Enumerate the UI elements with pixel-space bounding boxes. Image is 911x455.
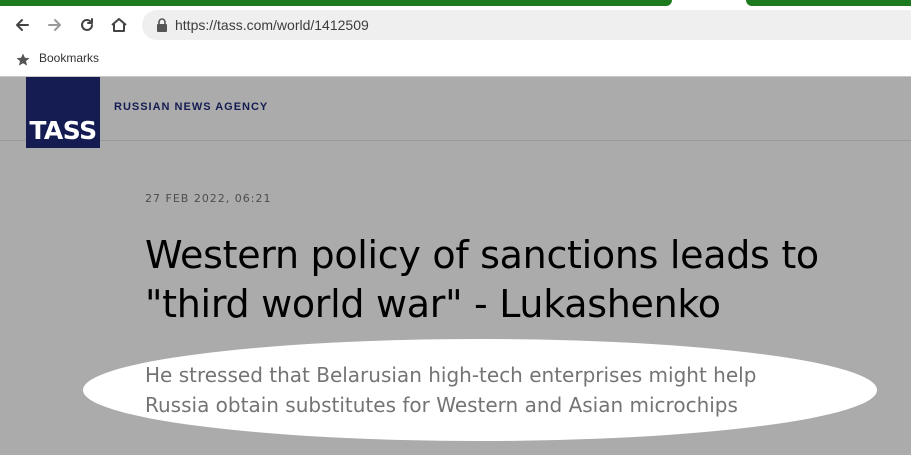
back-arrow-icon: [16, 19, 29, 31]
agency-name[interactable]: RUSSIAN NEWS AGENCY: [114, 101, 268, 113]
address-bar[interactable]: https://tass.com/world/1412509: [142, 10, 911, 40]
home-icon: [111, 18, 127, 32]
web-page: TASS RUSSIAN NEWS AGENCY 27 FEB 2022, 06…: [0, 77, 911, 455]
star-icon: [16, 53, 30, 66]
article-lead: He stressed that Belarusian high-tech en…: [145, 363, 757, 417]
article-headline: Western policy of sanctions leads to "th…: [145, 233, 819, 326]
reload-button[interactable]: [76, 14, 98, 36]
reload-icon: [81, 18, 93, 31]
site-header: TASS RUSSIAN NEWS AGENCY: [0, 77, 911, 148]
url-text[interactable]: https://tass.com/world/1412509: [175, 17, 369, 33]
lock-icon[interactable]: [156, 18, 168, 32]
logo-text: TASS: [29, 116, 97, 145]
home-button[interactable]: [108, 14, 130, 36]
back-button[interactable]: [11, 14, 33, 36]
forward-button[interactable]: [44, 14, 66, 36]
browser-toolbar: https://tass.com/world/1412509: [0, 6, 911, 44]
bookmarks-label[interactable]: Bookmarks: [39, 51, 99, 65]
forward-arrow-icon: [48, 19, 61, 31]
bookmarks-bar: Bookmarks: [0, 44, 911, 77]
article-date: 27 FEB 2022, 06:21: [145, 192, 272, 205]
tass-logo[interactable]: TASS: [26, 77, 100, 148]
